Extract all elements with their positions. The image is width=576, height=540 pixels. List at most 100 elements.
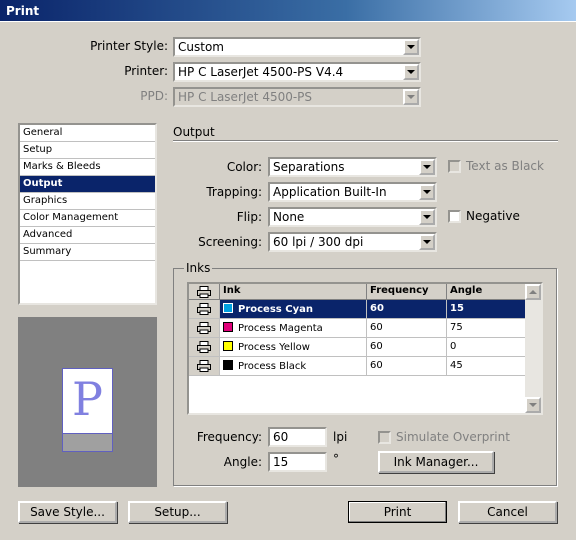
ink-column-header[interactable]: Ink bbox=[220, 284, 367, 299]
sidebar-item-marks-bleeds[interactable]: Marks & Bleeds bbox=[20, 159, 155, 176]
setup-button[interactable]: Setup... bbox=[128, 501, 227, 523]
ink-row[interactable]: Process Yellow 60 0 bbox=[189, 338, 541, 357]
angle-column-header[interactable]: Angle bbox=[447, 284, 527, 299]
chevron-down-icon[interactable] bbox=[419, 159, 435, 175]
ink-name: Process Yellow bbox=[238, 342, 310, 353]
cancel-button[interactable]: Cancel bbox=[458, 501, 557, 523]
flip-label: Flip: bbox=[236, 210, 262, 224]
ink-swatch bbox=[223, 360, 233, 370]
chevron-down-icon bbox=[403, 89, 419, 105]
window-title: Print bbox=[6, 4, 40, 18]
ink-frequency-cell: 60 bbox=[367, 319, 447, 337]
printer-icon bbox=[197, 303, 211, 315]
screening-label: Screening: bbox=[198, 235, 262, 249]
sidebar-item-advanced[interactable]: Advanced bbox=[20, 227, 155, 244]
ink-name: Process Black bbox=[238, 361, 307, 372]
ink-frequency-unit: lpi bbox=[333, 430, 348, 444]
negative-label: Negative bbox=[466, 209, 520, 223]
ink-name: Process Magenta bbox=[238, 323, 323, 334]
category-list[interactable]: General Setup Marks & Bleeds Output Grap… bbox=[18, 123, 157, 305]
ink-name-cell: Process Magenta bbox=[220, 319, 367, 337]
ink-name: Process Cyan bbox=[238, 304, 313, 315]
text-as-black-label: Text as Black bbox=[466, 159, 544, 173]
ink-frequency-cell: 60 bbox=[367, 338, 447, 356]
inks-table-body: Process Cyan 60 15 Process Magenta 60 75 Proce… bbox=[189, 300, 541, 376]
scroll-down-button[interactable] bbox=[525, 397, 541, 413]
ink-manager-button[interactable]: Ink Manager... bbox=[378, 451, 494, 473]
sidebar-item-summary[interactable]: Summary bbox=[20, 244, 155, 261]
scroll-up-button[interactable] bbox=[525, 284, 541, 300]
print-ink-toggle[interactable] bbox=[189, 357, 220, 375]
ppd-select: HP C LaserJet 4500-PS bbox=[173, 87, 421, 107]
sidebar-item-graphics[interactable]: Graphics bbox=[20, 193, 155, 210]
text-as-black-checkbox bbox=[448, 160, 461, 173]
ink-swatch bbox=[223, 303, 233, 313]
save-style-button[interactable]: Save Style... bbox=[18, 501, 117, 523]
ink-frequency-cell: 60 bbox=[367, 300, 447, 318]
preview-page: P bbox=[62, 368, 113, 434]
trapping-select[interactable]: Application Built-In bbox=[268, 182, 437, 202]
inks-scrollbar[interactable] bbox=[525, 284, 541, 413]
inks-table[interactable]: Ink Frequency Angle Process Cyan 60 15 Proc… bbox=[187, 282, 543, 415]
trapping-label: Trapping: bbox=[206, 185, 262, 199]
print-ink-toggle[interactable] bbox=[189, 319, 220, 337]
chevron-down-icon[interactable] bbox=[419, 209, 435, 225]
ink-swatch bbox=[223, 322, 233, 332]
window-title-bar[interactable]: Print bbox=[0, 0, 576, 22]
ink-row[interactable]: Process Black 60 45 bbox=[189, 357, 541, 376]
ink-row[interactable]: Process Magenta 60 75 bbox=[189, 319, 541, 338]
printer-icon bbox=[197, 322, 211, 334]
ink-swatch bbox=[223, 341, 233, 351]
ink-angle-cell: 75 bbox=[447, 319, 527, 337]
printer-value: HP C LaserJet 4500-PS V4.4 bbox=[178, 65, 344, 79]
printer-style-value: Custom bbox=[178, 40, 224, 54]
print-button[interactable]: Print bbox=[348, 501, 447, 523]
frequency-column-header[interactable]: Frequency bbox=[367, 284, 447, 299]
negative-checkbox[interactable] bbox=[448, 210, 461, 223]
simulate-overprint-checkbox bbox=[378, 431, 391, 444]
ppd-value: HP C LaserJet 4500-PS bbox=[178, 90, 313, 104]
print-column-header[interactable] bbox=[189, 284, 220, 299]
ink-angle-input[interactable]: 15 bbox=[268, 452, 327, 472]
ink-name-cell: Process Cyan bbox=[220, 300, 367, 318]
flip-select[interactable]: None bbox=[268, 207, 437, 227]
ink-frequency-input[interactable]: 60 bbox=[268, 427, 327, 447]
ink-angle-cell: 45 bbox=[447, 357, 527, 375]
chevron-down-icon[interactable] bbox=[419, 184, 435, 200]
screening-value: 60 lpi / 300 dpi bbox=[273, 235, 364, 249]
ink-angle-cell: 15 bbox=[447, 300, 527, 318]
printer-select[interactable]: HP C LaserJet 4500-PS V4.4 bbox=[173, 62, 421, 82]
page-preview: P bbox=[18, 317, 157, 487]
sidebar-item-setup[interactable]: Setup bbox=[20, 142, 155, 159]
output-divider bbox=[173, 140, 558, 142]
printer-style-select[interactable]: Custom bbox=[173, 37, 421, 57]
print-ink-toggle[interactable] bbox=[189, 338, 220, 356]
chevron-down-icon[interactable] bbox=[403, 64, 419, 80]
ink-name-cell: Process Black bbox=[220, 357, 367, 375]
printer-icon bbox=[197, 285, 211, 298]
ink-frequency-cell: 60 bbox=[367, 357, 447, 375]
printer-label: Printer: bbox=[124, 64, 168, 78]
inks-group-label: Inks bbox=[184, 261, 213, 275]
printer-icon bbox=[197, 341, 211, 353]
color-label: Color: bbox=[226, 160, 262, 174]
chevron-down-icon[interactable] bbox=[403, 39, 419, 55]
simulate-overprint-label: Simulate Overprint bbox=[396, 430, 510, 444]
ink-angle-cell: 0 bbox=[447, 338, 527, 356]
output-heading: Output bbox=[173, 125, 215, 139]
ink-row[interactable]: Process Cyan 60 15 bbox=[189, 300, 541, 319]
ink-angle-label: Angle: bbox=[223, 455, 262, 469]
printer-style-label: Printer Style: bbox=[90, 39, 168, 53]
sidebar-item-general[interactable]: General bbox=[20, 125, 155, 142]
print-ink-toggle[interactable] bbox=[189, 300, 220, 318]
flip-value: None bbox=[273, 210, 305, 224]
sidebar-item-output[interactable]: Output bbox=[20, 176, 155, 193]
ink-name-cell: Process Yellow bbox=[220, 338, 367, 356]
screening-select[interactable]: 60 lpi / 300 dpi bbox=[268, 232, 437, 252]
chevron-down-icon[interactable] bbox=[419, 234, 435, 250]
color-select[interactable]: Separations bbox=[268, 157, 437, 177]
printer-icon bbox=[197, 360, 211, 372]
sidebar-item-color-management[interactable]: Color Management bbox=[20, 210, 155, 227]
trapping-value: Application Built-In bbox=[273, 185, 387, 199]
inks-table-header: Ink Frequency Angle bbox=[189, 284, 541, 300]
